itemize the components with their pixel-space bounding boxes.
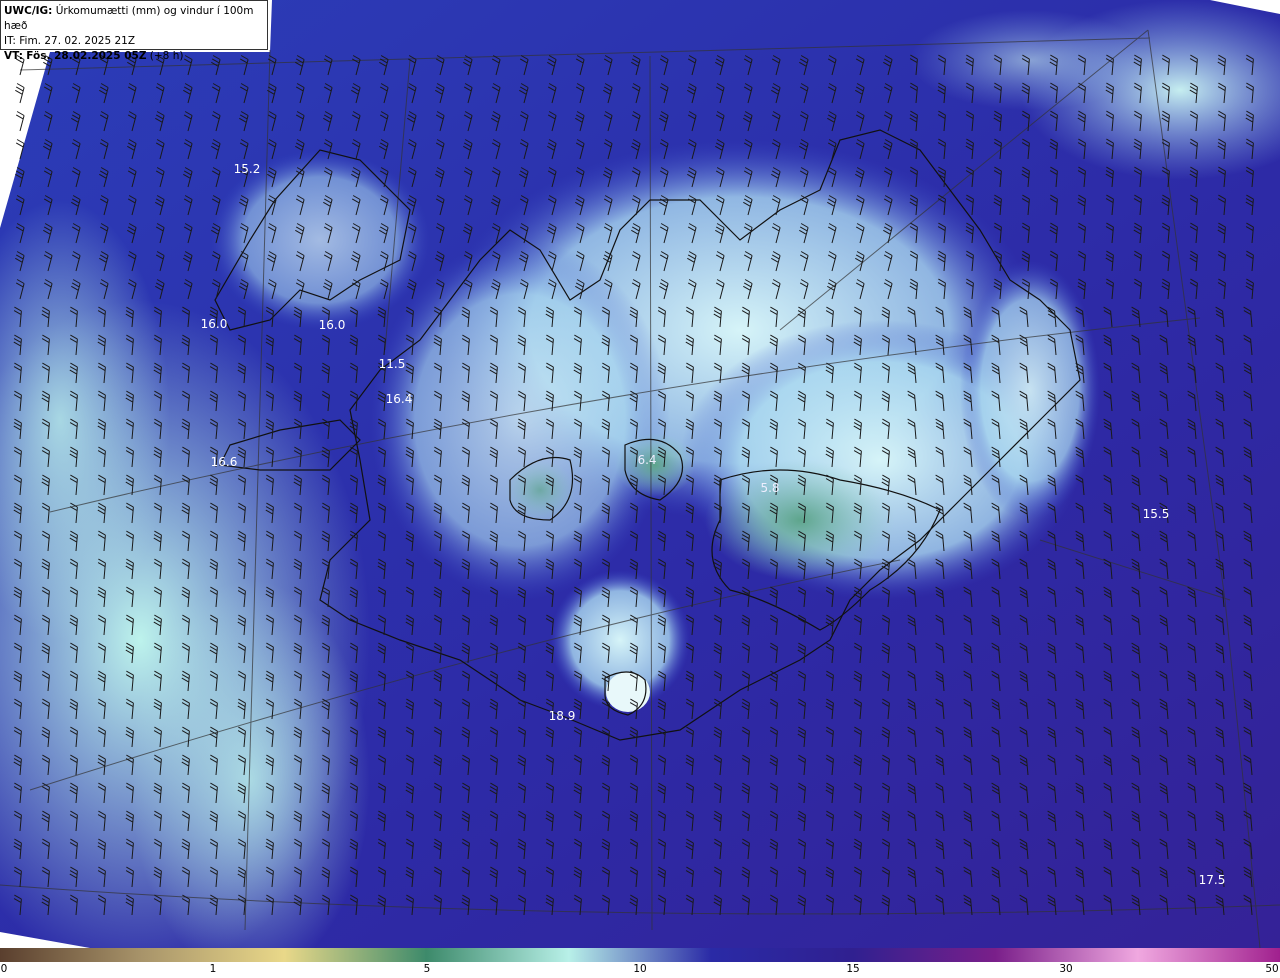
issue-time-line: IT: Fim. 27. 02. 2025 21Z bbox=[4, 34, 264, 49]
map-value-label: 15.5 bbox=[1143, 507, 1170, 521]
map-value-label: 16.0 bbox=[201, 317, 228, 331]
valid-prefix: VT: bbox=[4, 50, 23, 62]
valid-time: Fös. 28.02.2025 05Z bbox=[26, 50, 147, 62]
map-value-label: 15.2 bbox=[234, 162, 261, 176]
issue-prefix: IT: bbox=[4, 35, 16, 47]
map-value-label: 17.5 bbox=[1199, 873, 1226, 887]
colorbar-tick-label: 50 bbox=[1265, 963, 1279, 975]
model-name: UWC/IG: bbox=[4, 5, 53, 17]
issue-time: Fim. 27. 02. 2025 21Z bbox=[19, 35, 136, 47]
colorbar-tick-label: 5 bbox=[423, 963, 431, 975]
colorbar: 0 1 5 10 15 30 50 bbox=[0, 948, 1280, 978]
map-value-label: 11.5 bbox=[379, 357, 406, 371]
colorbar-tick-label: 15 bbox=[846, 963, 860, 975]
colorbar-tick-label: 10 bbox=[633, 963, 647, 975]
map-value-label: 5.8 bbox=[760, 481, 779, 495]
map-header: UWC/IG: Úrkomumætti (mm) og vindur í 100… bbox=[0, 0, 268, 62]
colorbar-tick-label: 30 bbox=[1059, 963, 1073, 975]
map-value-label: 18.9 bbox=[549, 709, 576, 723]
valid-time-line: VT: Fös. 28.02.2025 05Z (+8 h) bbox=[4, 49, 264, 64]
colorbar-tick-label: 0 bbox=[0, 963, 8, 975]
colorbar-strip bbox=[0, 948, 1280, 962]
map-value-label: 16.6 bbox=[211, 455, 238, 469]
map-value-label: 16.4 bbox=[386, 392, 413, 406]
map-value-label: 6.4 bbox=[637, 453, 656, 467]
header-title-line: UWC/IG: Úrkomumætti (mm) og vindur í 100… bbox=[4, 4, 264, 34]
colorbar-tick-label: 1 bbox=[209, 963, 217, 975]
precipitation-wind-map: 15.2 16.0 16.0 11.5 16.4 16.6 6.4 5.8 15.5 18.9 17… bbox=[0, 0, 1280, 948]
map-value-label: 16.0 bbox=[319, 318, 346, 332]
lead-time: (+8 h) bbox=[149, 50, 184, 62]
